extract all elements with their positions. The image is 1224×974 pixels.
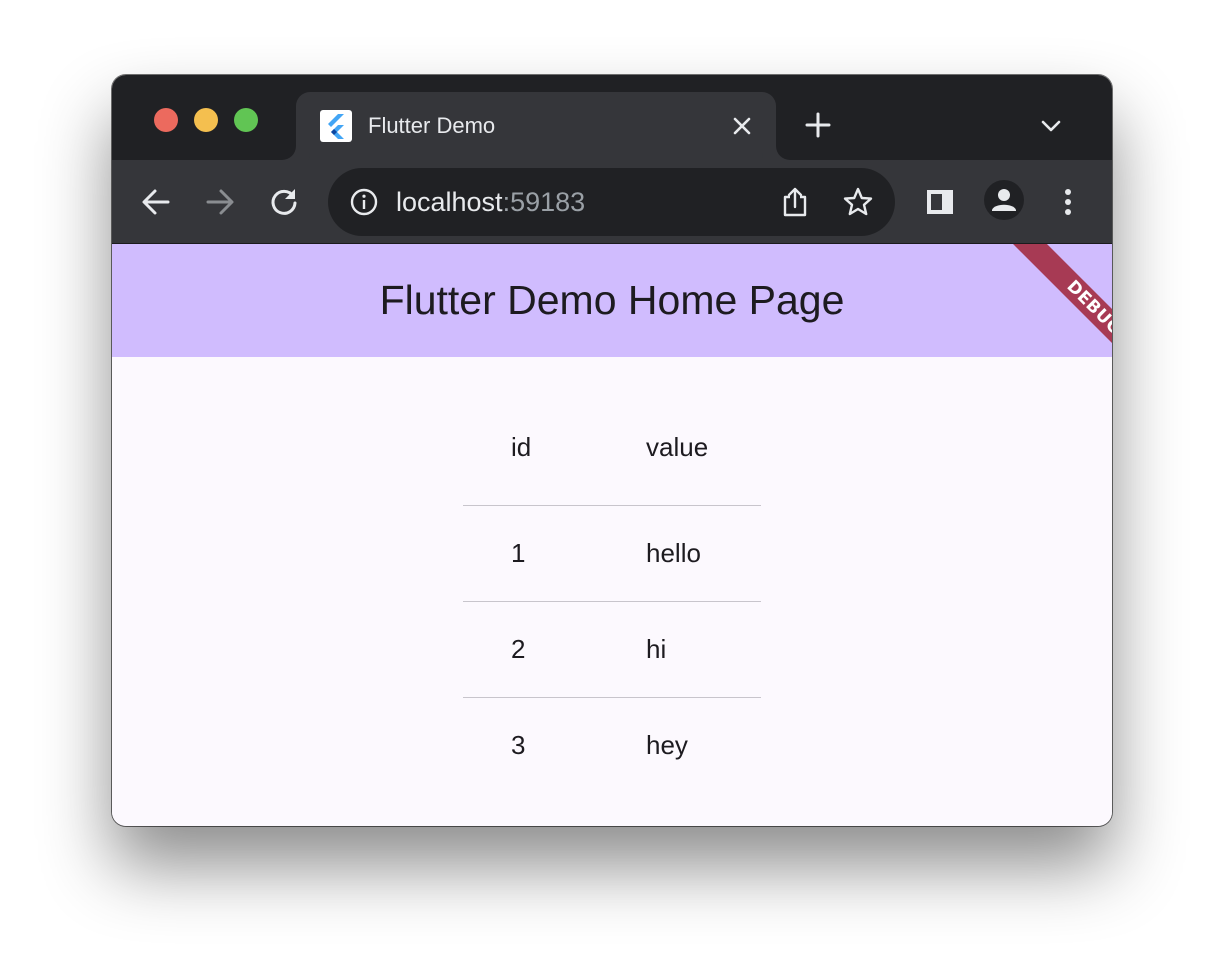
arrow-left-icon[interactable]	[140, 186, 172, 218]
kebab-menu-icon[interactable]	[1052, 186, 1084, 218]
table-row: 3 hey	[463, 698, 761, 793]
url-text[interactable]: localhost:59183	[396, 186, 585, 218]
data-table: id value 1 hello 2 hi 3 hey	[463, 397, 761, 793]
table-cell-id: 2	[511, 634, 526, 664]
table-row: 1 hello	[463, 506, 761, 602]
plus-icon[interactable]	[804, 111, 832, 139]
minimize-window-button[interactable]	[194, 108, 218, 132]
app-bar: Flutter Demo Home Page	[112, 244, 1112, 357]
maximize-window-button[interactable]	[234, 108, 258, 132]
table-cell-value: hello	[646, 538, 701, 568]
table-cell-id: 1	[511, 538, 526, 568]
url-host: localhost	[396, 187, 503, 217]
table-cell-value: hey	[646, 730, 688, 760]
tab-strip: Flutter Demo	[112, 75, 1112, 160]
page-title: Flutter Demo Home Page	[379, 277, 845, 323]
close-window-button[interactable]	[154, 108, 178, 132]
star-icon[interactable]	[842, 186, 874, 218]
browser-window: Flutter Demo localhost:59183 Flutter Dem…	[112, 75, 1112, 826]
table-cell-id: 3	[511, 730, 526, 760]
info-icon[interactable]	[350, 188, 378, 216]
arrow-right-icon[interactable]	[204, 186, 236, 218]
url-port: :59183	[502, 187, 586, 217]
page-body: id value 1 hello 2 hi 3 hey	[112, 357, 1112, 826]
address-bar[interactable]: localhost:59183	[328, 168, 895, 236]
close-icon[interactable]	[730, 114, 754, 138]
table-cell-value: hi	[646, 634, 667, 664]
avatar-icon[interactable]	[984, 180, 1024, 220]
browser-toolbar: localhost:59183	[112, 160, 1112, 244]
share-icon[interactable]	[780, 186, 810, 218]
column-header-value: value	[646, 432, 709, 462]
chevron-down-icon[interactable]	[1040, 115, 1062, 137]
reload-icon[interactable]	[268, 186, 300, 218]
table-header-row: id value	[463, 397, 761, 506]
table-row: 2 hi	[463, 602, 761, 698]
tab-flutter-demo[interactable]: Flutter Demo	[296, 92, 776, 160]
side-panel-icon[interactable]	[924, 186, 956, 218]
flutter-logo-icon	[320, 110, 352, 142]
column-header-id: id	[511, 432, 532, 462]
tab-title: Flutter Demo	[368, 113, 496, 138]
